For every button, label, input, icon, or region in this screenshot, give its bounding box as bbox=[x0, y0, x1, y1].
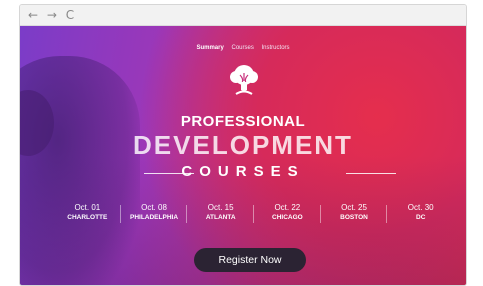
top-navigation: Summary Courses Instructors bbox=[20, 45, 466, 51]
browser-window: ← → C Summary Courses Instructors PROFES… bbox=[19, 4, 467, 286]
schedule-list: Oct. 01 CHARLOTTE Oct. 08 PHILADELPHIA O… bbox=[54, 203, 454, 223]
schedule-date: Oct. 22 bbox=[274, 203, 301, 212]
schedule-date: Oct. 15 bbox=[207, 203, 234, 212]
schedule-date: Oct. 30 bbox=[407, 203, 434, 212]
schedule-city: PHILADELPHIA bbox=[129, 214, 179, 221]
schedule-city: BOSTON bbox=[340, 214, 368, 221]
schedule-date: Oct. 08 bbox=[141, 203, 167, 212]
schedule-item[interactable]: Oct. 15 ATLANTA bbox=[187, 203, 254, 223]
schedule-city: ATLANTA bbox=[205, 214, 236, 221]
reload-icon[interactable]: C bbox=[66, 8, 74, 22]
forward-icon[interactable]: → bbox=[47, 8, 57, 22]
back-icon[interactable]: ← bbox=[28, 8, 38, 22]
nav-courses[interactable]: Courses bbox=[232, 45, 254, 51]
browser-nav: ← → C bbox=[28, 8, 79, 22]
headline-line3-text: COURSES bbox=[181, 163, 305, 180]
schedule-city: DC bbox=[416, 214, 426, 221]
schedule-item[interactable]: Oct. 08 PHILADELPHIA bbox=[121, 203, 188, 223]
schedule-city: CHARLOTTE bbox=[67, 214, 108, 221]
schedule-item[interactable]: Oct. 25 BOSTON bbox=[321, 203, 388, 223]
schedule-date: Oct. 25 bbox=[341, 203, 367, 212]
hero-banner: Summary Courses Instructors PROFESSIONAL… bbox=[20, 26, 466, 285]
headline-line1: PROFESSIONAL bbox=[180, 113, 306, 130]
schedule-item[interactable]: Oct. 01 CHARLOTTE bbox=[54, 203, 121, 223]
schedule-date: Oct. 01 bbox=[74, 203, 101, 212]
schedule-city: CHICAGO bbox=[272, 214, 303, 221]
register-now-button[interactable]: Register Now bbox=[194, 248, 306, 272]
headline-line3: COURSES bbox=[20, 163, 466, 180]
headline-line2: DEVELOPMENT bbox=[133, 130, 353, 160]
nav-summary[interactable]: Summary bbox=[196, 45, 223, 51]
schedule-item[interactable]: Oct. 30 DC bbox=[387, 203, 454, 221]
tree-logo-icon bbox=[230, 65, 258, 95]
nav-instructors[interactable]: Instructors bbox=[262, 45, 290, 51]
browser-toolbar: ← → C bbox=[20, 5, 466, 26]
schedule-item[interactable]: Oct. 22 CHICAGO bbox=[254, 203, 321, 223]
